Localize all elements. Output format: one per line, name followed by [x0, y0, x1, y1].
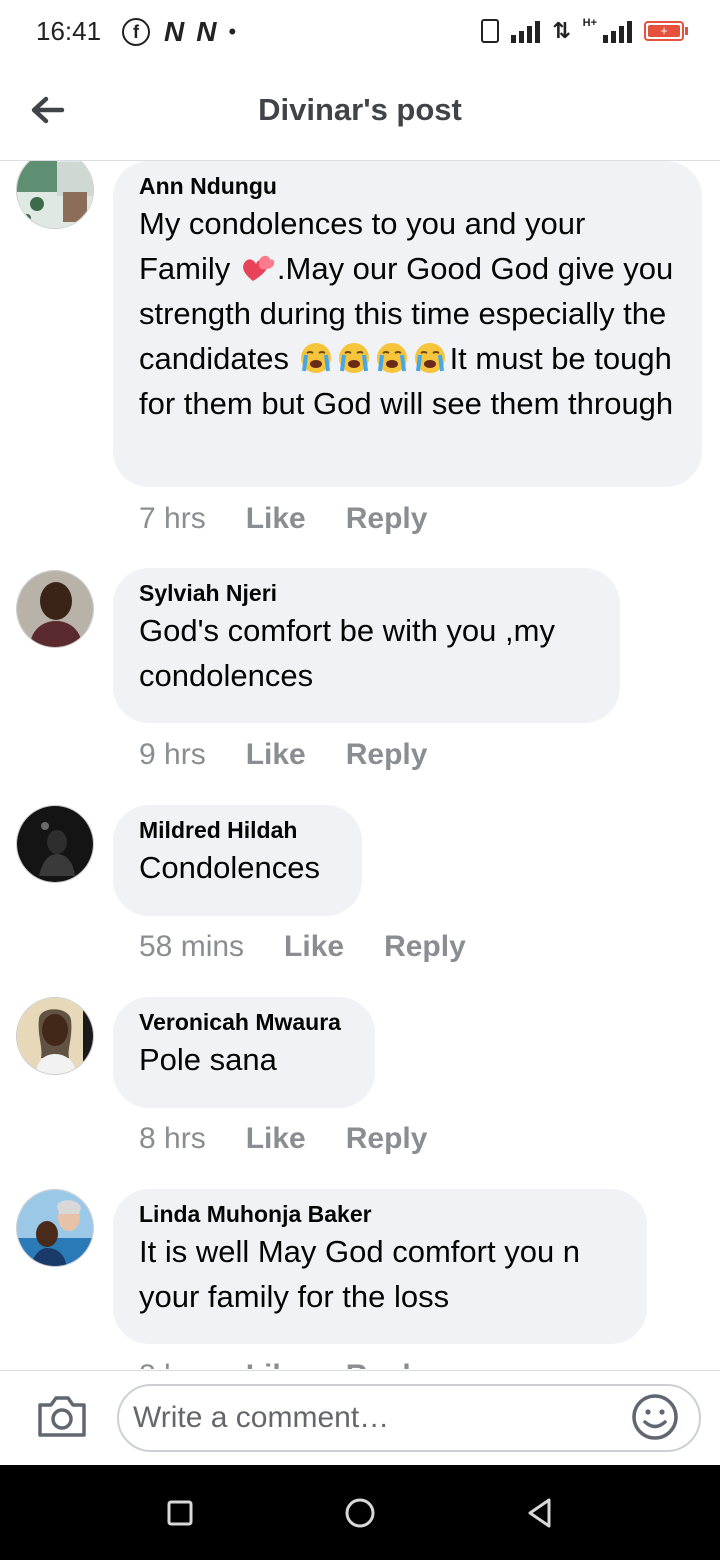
comment-author[interactable]: Sylviah Njeri: [139, 578, 594, 608]
comment-text: It is well May God comfort you n your fa…: [139, 1234, 581, 1314]
comment-time: 9 hrs: [139, 738, 206, 771]
comments-list[interactable]: Ann Ndungu My condolences to you and you…: [0, 161, 720, 1369]
n-app-icon: N: [196, 16, 216, 47]
status-bar: 16:41 f N N • ⇅ H+ +: [0, 0, 720, 64]
comment-composer: [0, 1370, 720, 1466]
comment-bubble[interactable]: Sylviah Njeri God's comfort be with you …: [113, 568, 620, 723]
n-app-icon: N: [164, 16, 184, 47]
signal-icon: [511, 19, 541, 43]
comment-actions: 8 hrs Like Reply: [139, 1359, 427, 1369]
comment-bubble[interactable]: Ann Ndungu My condolences to you and you…: [113, 161, 702, 487]
like-button[interactable]: Like: [246, 1359, 306, 1369]
status-notification-icons: f N N •: [122, 16, 236, 48]
smiley-icon[interactable]: [631, 1393, 679, 1441]
avatar[interactable]: [16, 161, 94, 229]
comment-time: 8 hrs: [139, 1359, 206, 1369]
comment-text: Condolences: [139, 850, 320, 885]
like-button[interactable]: Like: [284, 930, 344, 964]
reply-button[interactable]: Reply: [346, 1359, 428, 1369]
back-triangle-icon[interactable]: [520, 1493, 560, 1533]
reply-button[interactable]: Reply: [346, 738, 428, 772]
comment-bubble[interactable]: Linda Muhonja Baker It is well May God c…: [113, 1189, 647, 1344]
dot-icon: •: [228, 19, 237, 44]
comment-input[interactable]: [117, 1384, 701, 1452]
comment-author[interactable]: Linda Muhonja Baker: [139, 1199, 621, 1229]
comment-author[interactable]: Mildred Hildah: [139, 815, 336, 845]
crying-face-emoji: [414, 343, 445, 373]
crying-face-emoji: [376, 343, 407, 373]
recents-square-icon[interactable]: [160, 1493, 200, 1533]
comment-time: 7 hrs: [139, 502, 206, 535]
like-button[interactable]: Like: [246, 1122, 306, 1156]
comment-bubble[interactable]: Mildred Hildah Condolences: [113, 805, 362, 916]
like-button[interactable]: Like: [246, 738, 306, 772]
crying-face-emoji: [300, 343, 331, 373]
hplus-label: H+: [582, 17, 597, 29]
hearts-emoji: [242, 255, 275, 281]
system-nav-bar: [0, 1465, 720, 1560]
comment-time: 58 mins: [139, 930, 245, 963]
reply-button[interactable]: Reply: [384, 930, 466, 964]
hplus-signal-icon: [603, 19, 632, 43]
page-title: Divinar's post: [258, 92, 462, 127]
app-header: Divinar's post: [0, 64, 720, 161]
comment-bubble[interactable]: Veronicah Mwaura Pole sana: [113, 997, 375, 1108]
crying-face-emoji: [338, 343, 369, 373]
comment-actions: 7 hrs Like Reply: [139, 502, 427, 536]
comment-actions: 58 mins Like Reply: [139, 930, 466, 964]
battery-icon: +: [644, 21, 688, 41]
avatar[interactable]: [16, 1189, 94, 1267]
facebook-icon: f: [122, 18, 150, 46]
like-button[interactable]: Like: [246, 502, 306, 536]
home-circle-icon[interactable]: [340, 1493, 380, 1533]
comment-text: Pole sana: [139, 1042, 277, 1077]
comment-author[interactable]: Veronicah Mwaura: [139, 1007, 349, 1037]
avatar[interactable]: [16, 997, 94, 1075]
comment-text: God's comfort be with you ,my condolence…: [139, 613, 555, 693]
comment-time: 8 hrs: [139, 1122, 206, 1155]
reply-button[interactable]: Reply: [346, 502, 428, 536]
comment-text: My condolences to you and your Family .M…: [139, 201, 676, 426]
status-time: 16:41: [36, 16, 102, 46]
status-system-icons: ⇅ H+ +: [481, 17, 688, 44]
avatar[interactable]: [16, 570, 94, 648]
reply-button[interactable]: Reply: [346, 1122, 428, 1156]
vibrate-icon: [481, 19, 500, 43]
comment-actions: 8 hrs Like Reply: [139, 1122, 427, 1156]
comment-author[interactable]: Ann Ndungu: [139, 171, 676, 201]
camera-icon[interactable]: [36, 1393, 88, 1439]
data-arrows-icon: ⇅: [552, 18, 571, 43]
avatar[interactable]: [16, 805, 94, 883]
comment-actions: 9 hrs Like Reply: [139, 738, 427, 772]
